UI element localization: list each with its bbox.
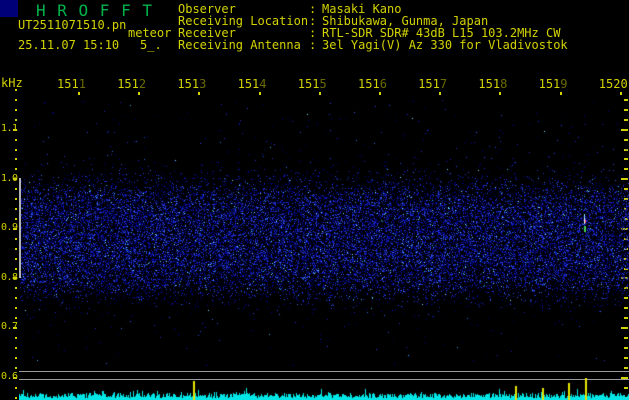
frequency-axis-tick-left [13,128,17,131]
frequency-axis-tick-left [15,168,17,171]
time-axis-tick [78,92,80,95]
time-axis-label-text: 151 [358,77,380,91]
time-axis-label-text: 151 [538,77,561,91]
time-axis-label: 1512 [117,78,146,90]
time-axis-label: 1515 [298,78,327,90]
receiver-info-table: Observer: Masaki Kano Receiving Location: S… [178,3,568,51]
time-axis-tick [379,92,381,95]
frequency-axis-tick-left [15,148,17,151]
frequency-axis-tick-left [15,158,17,161]
time-axis-tick [499,92,502,95]
frequency-axis-tick-left [15,208,17,211]
level-reference-line-upper [19,371,629,372]
datetime-label: 25.11.07 15:10 [18,38,120,52]
time-axis-label-text: 151 [177,77,200,91]
frequency-axis-tick-left [15,307,17,310]
signal-level-strip-canvas [19,378,629,400]
time-axis-label-text: 151 [117,77,139,91]
noise-band-marker-line [19,178,21,278]
time-axis-label-last-digit: 5 [319,77,327,91]
frequency-axis-tick-left [15,396,17,399]
time-axis-label-text: 151 [297,77,320,91]
frequency-axis-tick-left [15,257,17,260]
time-axis-label: 1519 [539,78,568,90]
frequency-axis-tick-left [15,188,17,191]
time-axis-tick [138,92,141,95]
frequency-axis-tick-left [15,267,17,270]
time-axis-label-text: 151 [418,77,440,91]
time-axis-label: 1516 [358,78,387,90]
frequency-axis-tick-left [15,337,17,339]
time-axis-label-last-digit: 4 [259,77,267,91]
frequency-axis-tick-left [15,217,17,220]
time-axis-tick [559,92,562,95]
time-axis-label-text: 151 [478,77,501,91]
time-axis-label: 1514 [238,78,267,90]
frequency-axis-tick-left [15,317,17,320]
frequency-unit-label: kHz [1,76,23,90]
frequency-axis-tick-left [13,227,17,230]
frequency-axis-tick-left [15,118,17,121]
frequency-axis-tick-left [15,287,17,290]
app-title: H R O F F T [36,1,153,20]
time-axis-tick [258,92,261,95]
time-axis-tick [318,92,321,95]
info-label: Receiving Antenna [178,38,301,52]
output-filename-label: UT2511071510.pn [18,18,127,32]
time-axis-tick [198,92,201,95]
time-axis-label: 1511 [57,78,86,90]
frequency-axis-tick-right [624,366,628,369]
frequency-axis-tick-left [13,327,17,330]
time-axis-label-last-digit: 2 [138,77,147,91]
time-axis-label-last-digit: 7 [439,77,448,91]
time-axis-label-last-digit: 1 [78,77,86,91]
frequency-axis-tick-left [15,386,17,389]
frequency-axis-tick-left [13,376,17,379]
frequency-axis-tick-left [15,366,17,369]
time-axis-tick [439,92,442,95]
hrofft-app-window: H R O F F T UT2511071510.pn meteor 25.11… [0,0,629,400]
time-axis-label: 1513 [177,78,206,90]
spectrogram-canvas [20,100,629,366]
legend-color-square [0,0,18,17]
frequency-axis-tick-left [15,89,17,91]
time-axis-label: 1520 [598,77,628,91]
frequency-axis-tick-left [15,346,17,349]
frequency-axis-tick-left [15,108,17,111]
time-axis-label-last-digit: 6 [379,77,387,91]
info-separator: : [309,38,317,52]
time-axis-label-text: 151 [237,77,260,91]
echo-count-label: 5_. [140,38,162,52]
frequency-axis-tick-left [15,247,17,250]
time-axis-tick [619,92,622,95]
frequency-axis-tick-left [15,198,17,201]
frequency-axis-tick-left [15,237,17,240]
info-value: 3el Yagi(V) Az 330 for Vladivostok [322,38,568,52]
time-axis-label-last-digit: 8 [500,77,508,91]
receiver-info-row: Receiving Antenna:3el Yagi(V) Az 330 for… [178,39,568,51]
frequency-axis-tick-left [15,138,17,141]
frequency-axis-tick-left [15,98,17,101]
time-axis-label: 1517 [418,78,447,90]
time-axis-label: 1518 [478,78,507,90]
time-axis-label-last-digit: 9 [560,77,568,91]
time-axis-label-text: 151 [57,77,79,91]
frequency-axis-tick-left [13,178,17,181]
frequency-axis-tick-left [15,356,17,359]
frequency-axis-tick-left [15,297,17,300]
time-axis-label-last-digit: 3 [199,77,207,91]
frequency-axis-tick-left [13,277,17,280]
